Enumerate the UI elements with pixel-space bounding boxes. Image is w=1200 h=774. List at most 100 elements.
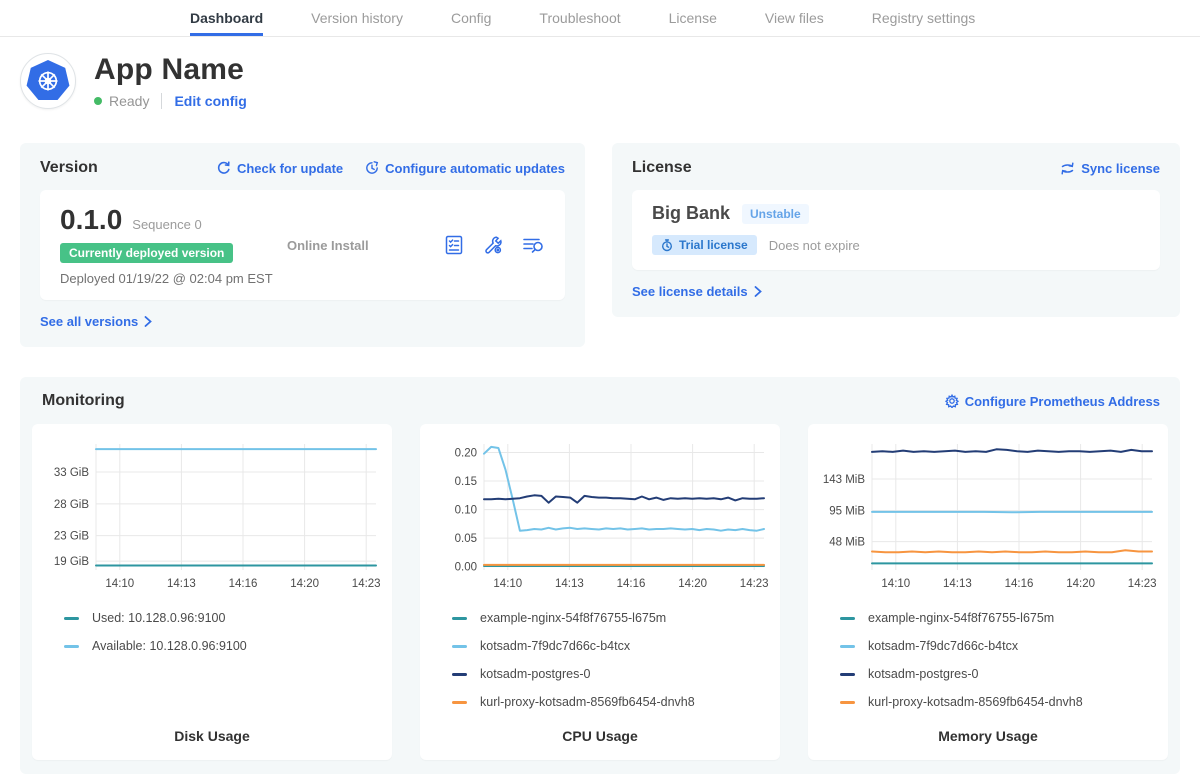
check-for-update-link[interactable]: Check for update xyxy=(217,161,343,176)
logs-search-icon[interactable] xyxy=(521,234,545,256)
svg-text:14:23: 14:23 xyxy=(1128,578,1157,590)
status-badge: Ready xyxy=(109,93,149,109)
svg-text:23 GiB: 23 GiB xyxy=(54,531,89,543)
tab-registry-settings[interactable]: Registry settings xyxy=(872,0,975,36)
legend-item: Available: 10.128.0.96:9100 xyxy=(64,632,384,660)
chart-title-disk: Disk Usage xyxy=(40,728,384,744)
legend-item: kotsadm-7f9dc7d66c-b4tcx xyxy=(452,632,772,660)
expiry-text: Does not expire xyxy=(769,238,860,253)
app-header: App Name Ready Edit config xyxy=(0,37,1200,109)
see-license-details-link[interactable]: See license details xyxy=(632,284,762,299)
stopwatch-icon xyxy=(661,239,673,252)
legend-item: kurl-proxy-kotsadm-8569fb6454-dnvh8 xyxy=(452,688,772,716)
version-number: 0.1.0 xyxy=(60,204,122,236)
edit-config-link[interactable]: Edit config xyxy=(174,93,246,109)
svg-text:19 GiB: 19 GiB xyxy=(54,556,89,568)
svg-text:14:20: 14:20 xyxy=(290,578,319,590)
chart-title-memory: Memory Usage xyxy=(816,728,1160,744)
tab-view-files[interactable]: View files xyxy=(765,0,824,36)
sync-arrows-icon xyxy=(1060,162,1075,175)
license-card-title: License xyxy=(632,159,692,177)
svg-text:33 GiB: 33 GiB xyxy=(54,467,89,479)
app-logo xyxy=(20,53,76,109)
version-card: Version Check for update xyxy=(20,143,585,347)
refresh-icon xyxy=(217,161,231,175)
license-summary-row: Big Bank Unstable Trial license Do xyxy=(632,190,1160,270)
customer-name: Big Bank xyxy=(652,203,730,224)
legend-swatch xyxy=(452,645,467,648)
svg-text:14:16: 14:16 xyxy=(229,578,258,590)
configure-prometheus-link[interactable]: Configure Prometheus Address xyxy=(945,394,1160,409)
tab-dashboard[interactable]: Dashboard xyxy=(190,0,263,36)
svg-text:0.05: 0.05 xyxy=(455,533,477,545)
legend-swatch xyxy=(840,617,855,620)
svg-text:28 GiB: 28 GiB xyxy=(54,499,89,511)
configure-automatic-updates-link[interactable]: Configure automatic updates xyxy=(365,161,565,176)
svg-text:14:10: 14:10 xyxy=(105,578,134,590)
tab-license[interactable]: License xyxy=(669,0,717,36)
legend-swatch xyxy=(840,701,855,704)
legend-swatch xyxy=(840,673,855,676)
sync-license-link[interactable]: Sync license xyxy=(1060,161,1160,176)
svg-text:143 MiB: 143 MiB xyxy=(823,474,866,486)
wrench-gear-icon[interactable] xyxy=(482,234,504,256)
cpu-usage-chart: 14:1014:1314:1614:2014:230.000.050.100.1… xyxy=(428,436,772,596)
tab-troubleshoot[interactable]: Troubleshoot xyxy=(539,0,620,36)
monitoring-section: Monitoring Configure Prometheus Address … xyxy=(20,377,1180,774)
svg-text:14:10: 14:10 xyxy=(493,578,522,590)
svg-text:0.10: 0.10 xyxy=(455,505,477,517)
disk-usage-chart-card: 14:10 14:13 14:16 14:20 14:23 19 GiB 23 GiB 28 … xyxy=(32,424,392,760)
chevron-right-icon xyxy=(754,286,762,297)
memory-usage-chart: 14:10 14:13 14:16 14:20 14:23 48 MiB 95 MiB 143… xyxy=(816,436,1160,596)
deployed-badge: Currently deployed version xyxy=(60,243,233,263)
memory-usage-legend: example-nginx-54f8f76755-l675m kotsadm-7… xyxy=(840,604,1160,716)
top-navigation: Dashboard Version history Config Trouble… xyxy=(0,0,1200,37)
legend-item: kotsadm-7f9dc7d66c-b4tcx xyxy=(840,632,1160,660)
svg-text:14:13: 14:13 xyxy=(167,578,196,590)
current-version-row: 0.1.0 Sequence 0 Currently deployed vers… xyxy=(40,190,565,300)
legend-item: kurl-proxy-kotsadm-8569fb6454-dnvh8 xyxy=(840,688,1160,716)
install-type-label: Online Install xyxy=(285,238,443,253)
divider xyxy=(161,93,162,109)
svg-text:48 MiB: 48 MiB xyxy=(829,537,865,549)
svg-text:14:20: 14:20 xyxy=(1066,578,1095,590)
legend-swatch xyxy=(64,645,79,648)
license-card: License Sync license Big Bank Unstable xyxy=(612,143,1180,317)
see-all-versions-link[interactable]: See all versions xyxy=(40,314,152,329)
svg-text:0.15: 0.15 xyxy=(455,476,477,488)
legend-item: example-nginx-54f8f76755-l675m xyxy=(840,604,1160,632)
version-card-title: Version xyxy=(40,159,98,177)
channel-badge: Unstable xyxy=(742,204,809,224)
memory-usage-chart-card: 14:10 14:13 14:16 14:20 14:23 48 MiB 95 MiB 143… xyxy=(808,424,1168,760)
svg-text:95 MiB: 95 MiB xyxy=(829,506,865,518)
legend-swatch xyxy=(452,701,467,704)
preflight-checklist-icon[interactable] xyxy=(443,234,465,256)
legend-item: Used: 10.128.0.96:9100 xyxy=(64,604,384,632)
tab-config[interactable]: Config xyxy=(451,0,491,36)
monitoring-title: Monitoring xyxy=(42,392,125,410)
chart-title-cpu: CPU Usage xyxy=(428,728,772,744)
trial-license-badge: Trial license xyxy=(652,235,757,255)
legend-swatch xyxy=(452,673,467,676)
sequence-label: Sequence 0 xyxy=(132,217,201,232)
svg-text:14:23: 14:23 xyxy=(740,578,769,590)
svg-text:14:13: 14:13 xyxy=(943,578,972,590)
disk-usage-chart: 14:10 14:13 14:16 14:20 14:23 19 GiB 23 GiB 28 … xyxy=(40,436,384,596)
svg-text:14:16: 14:16 xyxy=(1005,578,1034,590)
legend-item: example-nginx-54f8f76755-l675m xyxy=(452,604,772,632)
svg-text:14:13: 14:13 xyxy=(555,578,584,590)
chevron-right-icon xyxy=(144,316,152,327)
cpu-usage-chart-card: 14:1014:1314:1614:2014:230.000.050.100.1… xyxy=(420,424,780,760)
legend-swatch xyxy=(64,617,79,620)
cpu-usage-legend: example-nginx-54f8f76755-l675m kotsadm-7… xyxy=(452,604,772,716)
page-title: App Name xyxy=(94,53,247,87)
svg-text:14:10: 14:10 xyxy=(881,578,910,590)
svg-text:14:20: 14:20 xyxy=(678,578,707,590)
svg-text:0.20: 0.20 xyxy=(455,448,477,460)
kubernetes-icon xyxy=(26,60,70,102)
svg-text:14:23: 14:23 xyxy=(352,578,381,590)
legend-item: kotsadm-postgres-0 xyxy=(452,660,772,688)
disk-usage-legend: Used: 10.128.0.96:9100 Available: 10.128… xyxy=(64,604,384,660)
svg-text:0.00: 0.00 xyxy=(455,562,477,574)
tab-version-history[interactable]: Version history xyxy=(311,0,403,36)
